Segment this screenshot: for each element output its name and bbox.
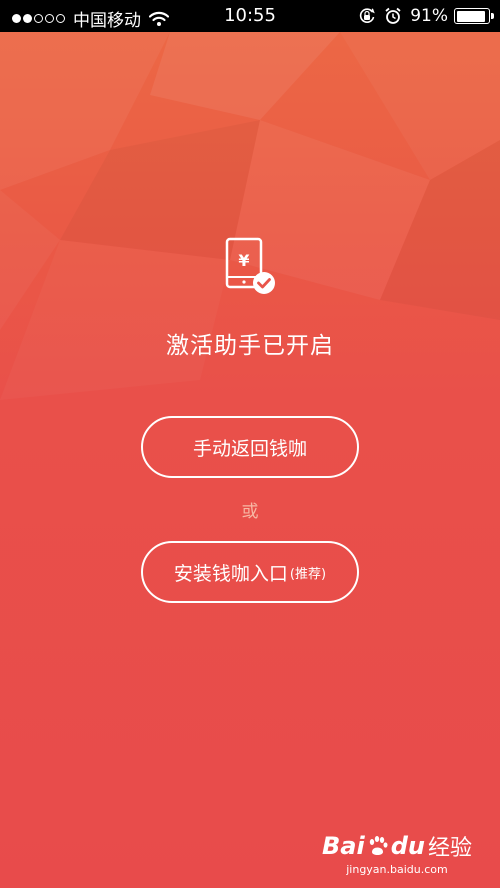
install-button-label: 安装钱咖入口 [173, 562, 288, 585]
rotation-lock-icon [360, 8, 375, 23]
return-button-label: 手动返回钱咖 [192, 437, 307, 460]
watermark-url: jingyan.baidu.com [346, 863, 448, 876]
watermark-brand-right: du [390, 832, 425, 860]
yen-symbol: ¥ [238, 251, 249, 270]
background-pattern [0, 32, 500, 330]
return-to-app-button[interactable]: 手动返回钱咖 [141, 416, 359, 478]
battery-percent: 91% [410, 6, 448, 26]
status-bar: 中国移动 10:55 91% [0, 0, 500, 32]
alarm-icon [385, 7, 401, 24]
battery-icon [454, 8, 494, 24]
watermark-product: 经验 [427, 836, 472, 861]
install-entry-button[interactable]: 安装钱咖入口 (推荐) [141, 541, 359, 603]
or-separator: 或 [241, 502, 259, 522]
paw-icon [369, 836, 388, 855]
recommended-tag: (推荐) [289, 566, 327, 582]
baidu-jingyan-watermark: Bai du 经验 jingyan.baidu.com [322, 830, 472, 876]
watermark-brand-left: Bai [322, 832, 365, 860]
phone-payment-icon: ¥ [225, 237, 275, 294]
page-title: 激活助手已开启 [166, 333, 334, 359]
